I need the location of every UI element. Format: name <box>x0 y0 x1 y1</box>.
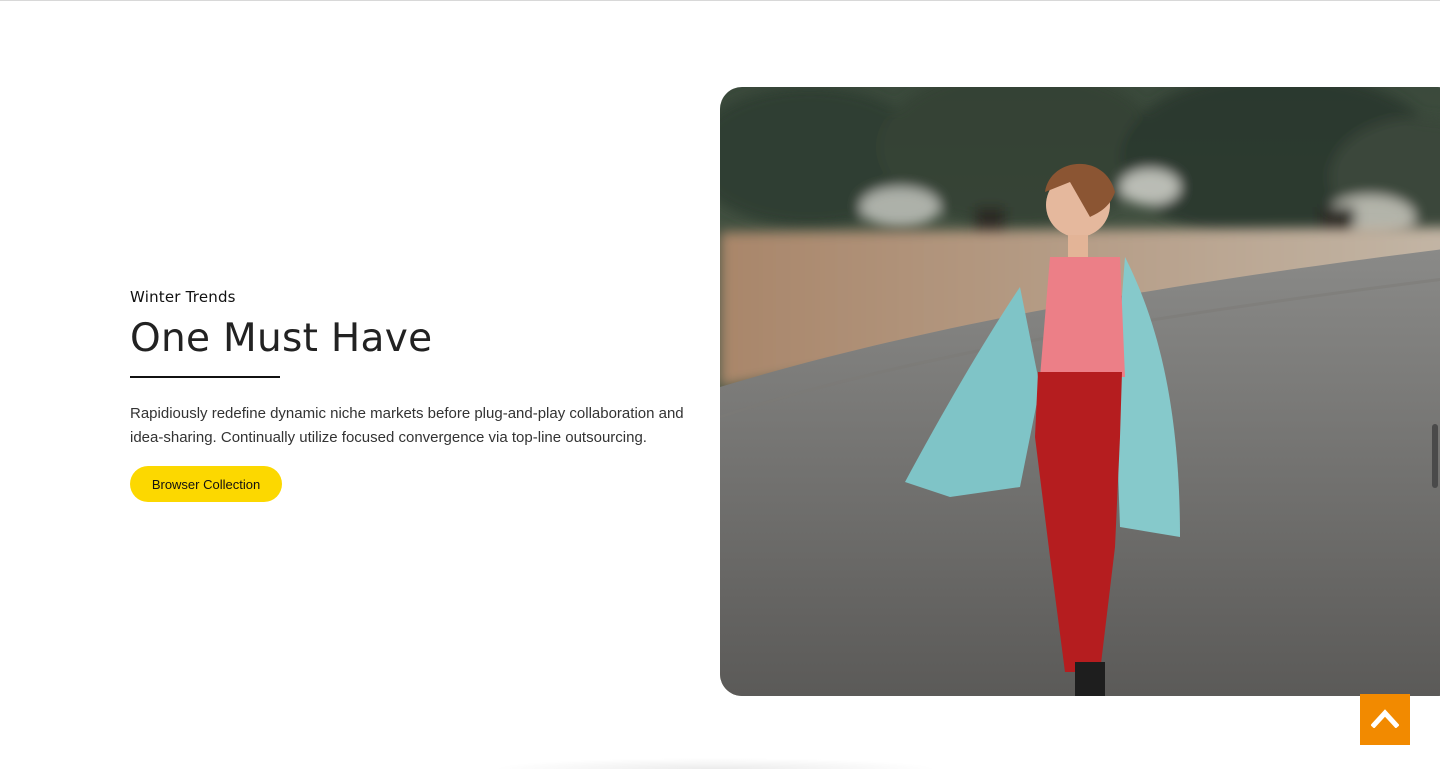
section-eyebrow: Winter Trends <box>130 288 236 306</box>
chevron-up-icon <box>1370 708 1400 732</box>
promo-section: Winter Trends One Must Have Rapidiously … <box>130 288 720 502</box>
section-description: Rapidiously redefine dynamic niche marke… <box>130 405 684 446</box>
top-divider <box>0 0 1440 1</box>
section-headline: One Must Have <box>130 316 433 361</box>
card-shadow <box>490 758 940 769</box>
headline-underline <box>130 376 280 378</box>
back-to-top-button[interactable] <box>1360 694 1410 745</box>
hero-photo <box>720 87 1440 696</box>
scrollbar-thumb[interactable] <box>1432 424 1438 488</box>
browse-collection-button[interactable]: Browser Collection <box>130 466 282 502</box>
